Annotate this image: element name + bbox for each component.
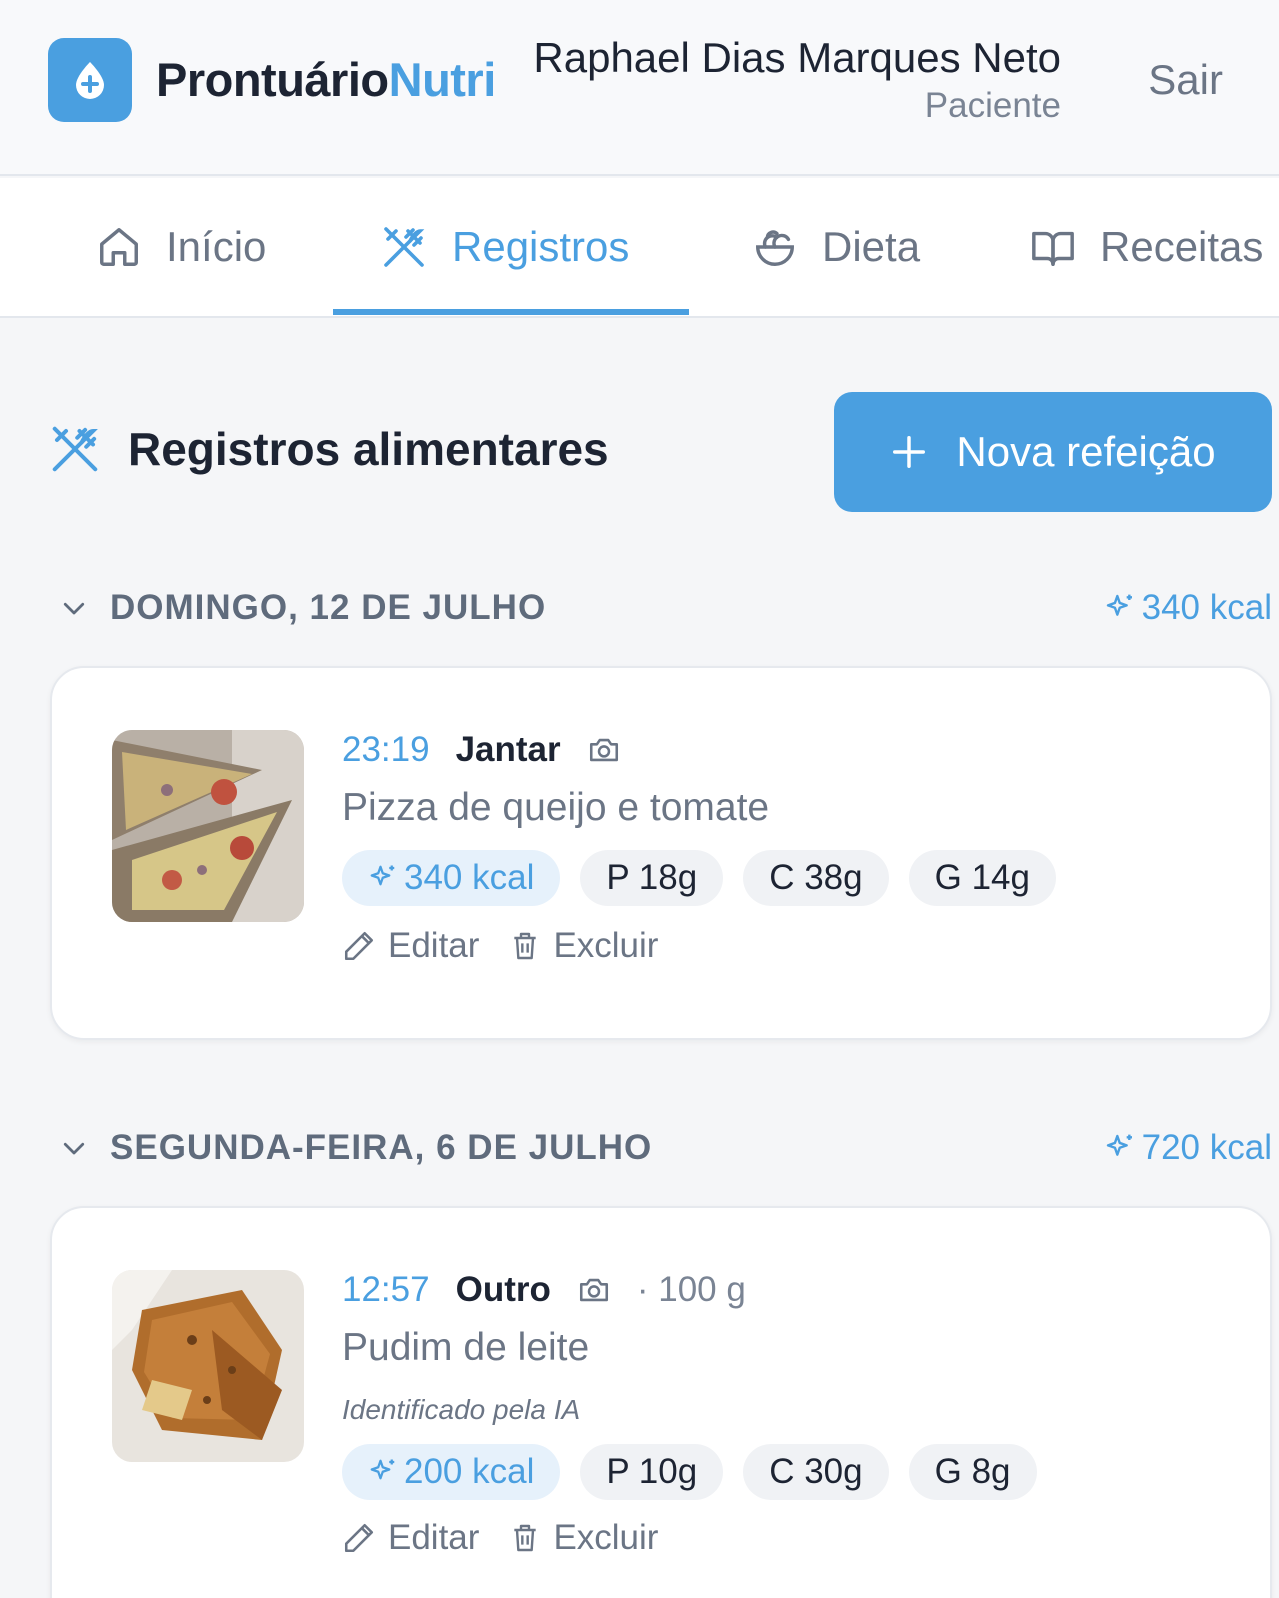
user-role: Paciente: [924, 86, 1061, 125]
meal-card: 12:57 Outro · 100 g Pudim de leite Ident…: [50, 1206, 1272, 1598]
meal-actions: Editar Excluir: [342, 926, 658, 966]
meal-quantity: · 100 g: [636, 1270, 746, 1309]
delete-button[interactable]: Excluir: [509, 1518, 658, 1558]
page-title: Registros alimentares: [48, 422, 609, 476]
utensils-crossed-icon: [384, 227, 425, 267]
edit-button[interactable]: Editar: [342, 926, 479, 966]
sparkles-icon: [370, 865, 395, 886]
tab-label: Receitas: [1100, 223, 1264, 270]
day-total-kcal: 720 kcal: [1104, 1128, 1272, 1168]
pudding-photo: [112, 1270, 304, 1462]
brand-name: ProntuárioNutri: [156, 52, 496, 107]
meal-photo[interactable]: [112, 730, 304, 922]
pencil-icon: [344, 1523, 374, 1553]
book-open-icon: [1032, 231, 1074, 266]
day-label: DOMINGO, 12 DE JULHO: [110, 588, 547, 627]
protein-badge: P 10g: [580, 1444, 724, 1500]
day-header: DOMINGO, 12 DE JULHO 340 kcal: [54, 578, 1272, 638]
tab-label: Dieta: [822, 223, 921, 270]
day-header: SEGUNDA-FEIRA, 6 DE JULHO 720 kcal: [54, 1118, 1272, 1178]
edit-label: Editar: [388, 1518, 480, 1557]
tab-registros[interactable]: Registros: [380, 178, 629, 316]
sparkles-icon: [1106, 594, 1132, 616]
sparkles-icon: [1106, 1134, 1132, 1156]
sparkles-icon: [370, 1459, 395, 1480]
edit-label: Editar: [388, 926, 480, 965]
app-logo: [48, 38, 132, 122]
plus-drop-icon: [76, 62, 104, 99]
trash-icon: [514, 932, 537, 960]
day-total-kcal-value: 720 kcal: [1141, 1128, 1272, 1167]
meal-name: Pudim de leite: [342, 1326, 590, 1369]
meal-actions: Editar Excluir: [342, 1518, 658, 1558]
meal-name: Pizza de queijo e tomate: [342, 786, 770, 829]
meal-header-row: 12:57 Outro · 100 g: [342, 1270, 746, 1310]
new-meal-label: Nova refeição: [956, 428, 1216, 475]
trash-icon: [514, 1524, 537, 1552]
brand-part-2: Nutri: [388, 53, 497, 106]
fat-badge: G 8g: [908, 1444, 1037, 1500]
tab-inicio[interactable]: Início: [96, 178, 266, 316]
camera-icon: [579, 1278, 608, 1302]
kcal-badge: 340 kcal: [342, 850, 561, 906]
active-tab-indicator: [333, 309, 689, 315]
kcal-value: 200 kcal: [404, 1452, 535, 1491]
chevron-down-icon[interactable]: [54, 1128, 94, 1168]
pencil-icon: [344, 931, 374, 961]
page-title-text: Registros alimentares: [128, 423, 609, 475]
tab-label: Registros: [452, 223, 630, 270]
meal-header-row: 23:19 Jantar: [342, 730, 621, 770]
new-meal-button[interactable]: Nova refeição: [834, 392, 1272, 512]
delete-label: Excluir: [553, 926, 659, 965]
carbs-badge: C 38g: [743, 850, 889, 906]
protein-badge: P 18g: [580, 850, 724, 906]
day-label: SEGUNDA-FEIRA, 6 DE JULHO: [110, 1128, 653, 1167]
edit-button[interactable]: Editar: [342, 1518, 479, 1558]
nutrition-pills: 340 kcal P 18g C 38g G 14g: [342, 850, 1056, 906]
meal-type: Outro: [455, 1270, 551, 1309]
carbs-badge: C 30g: [743, 1444, 889, 1500]
ai-identified-note: Identificado pela IA: [342, 1394, 581, 1425]
delete-label: Excluir: [553, 1518, 659, 1557]
user-name: Raphael Dias Marques Neto: [533, 34, 1061, 81]
salad-icon: [756, 230, 794, 266]
tab-receitas[interactable]: Receitas: [1030, 178, 1263, 316]
meal-type: Jantar: [455, 730, 561, 769]
camera-icon: [589, 738, 618, 762]
meal-time: 23:19: [342, 730, 430, 769]
tab-label: Início: [166, 223, 267, 270]
day-total-kcal-value: 340 kcal: [1141, 588, 1272, 627]
delete-button[interactable]: Excluir: [509, 926, 658, 966]
home-icon: [100, 228, 138, 266]
plus-icon: [893, 436, 926, 468]
tab-dieta[interactable]: Dieta: [752, 178, 920, 316]
app-header: ProntuárioNutri Raphael Dias Marques Net…: [0, 0, 1279, 176]
fat-badge: G 14g: [908, 850, 1056, 906]
pizza-photo: [112, 730, 304, 922]
meal-time: 12:57: [342, 1270, 430, 1309]
day-total-kcal: 340 kcal: [1104, 588, 1272, 628]
kcal-value: 340 kcal: [404, 858, 535, 897]
utensils-crossed-icon: [52, 426, 98, 472]
nutrition-pills: 200 kcal P 10g C 30g G 8g: [342, 1444, 1037, 1500]
brand-part-1: Prontuário: [156, 53, 389, 106]
chevron-down-icon[interactable]: [54, 588, 94, 628]
kcal-badge: 200 kcal: [342, 1444, 561, 1500]
logout-button[interactable]: Sair: [1148, 56, 1223, 104]
meal-photo[interactable]: [112, 1270, 304, 1462]
main-nav: Início Registros Dieta Receitas: [0, 178, 1279, 318]
meal-card: 23:19 Jantar Pizza de queijo e tomate 34…: [50, 666, 1272, 1040]
